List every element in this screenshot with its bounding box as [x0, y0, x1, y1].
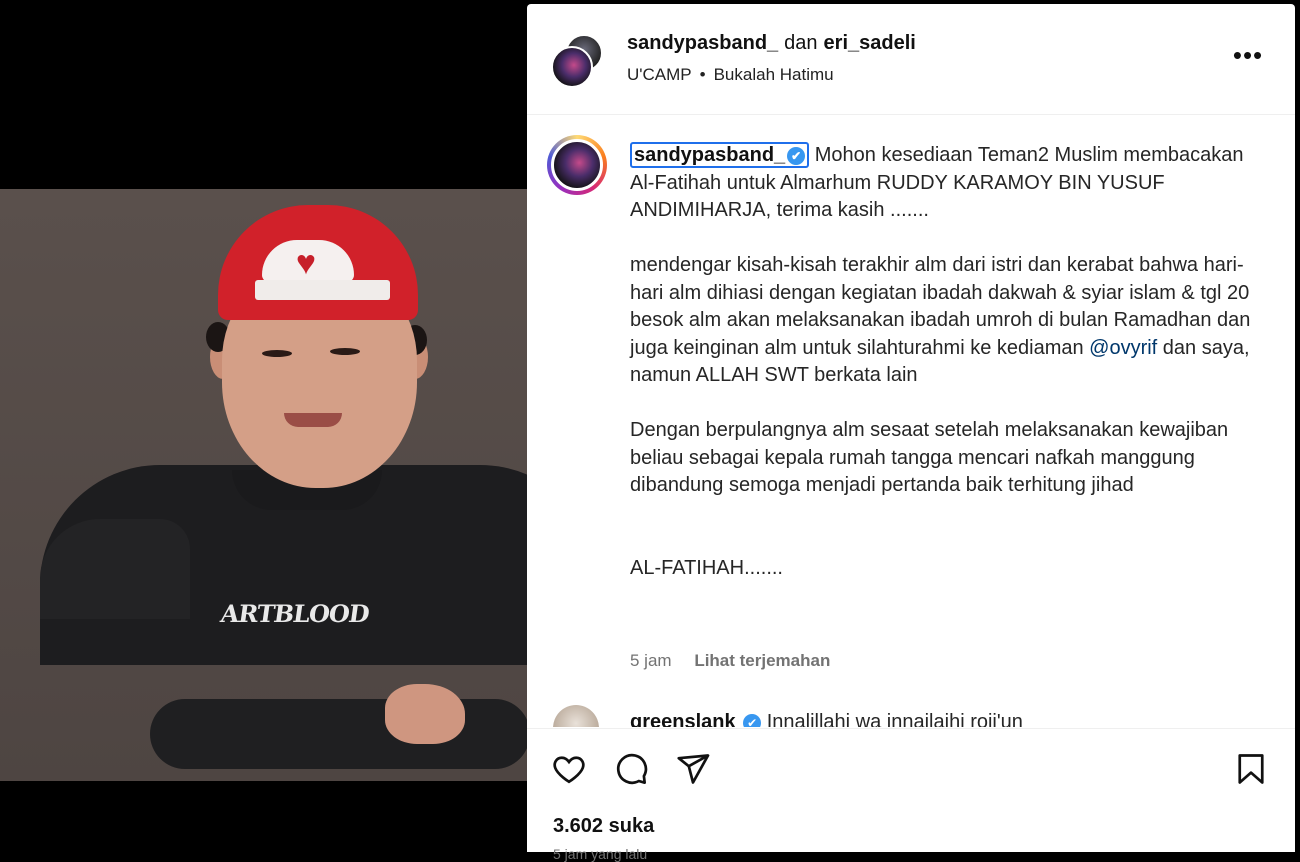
- hand: [385, 684, 465, 744]
- comment-username[interactable]: greenslank: [630, 711, 736, 727]
- verified-icon: ✔: [787, 147, 806, 165]
- bookmark-icon[interactable]: [1233, 751, 1273, 791]
- comment-avatar[interactable]: [553, 705, 599, 727]
- heart-logo-icon: ♥: [295, 244, 317, 282]
- mention-link[interactable]: @ovyrif: [1089, 337, 1157, 359]
- caption-username[interactable]: sandypasband_ ✔: [630, 142, 810, 168]
- separator-dot: •: [699, 65, 706, 84]
- post-timestamp: 5 jam yang lalu: [553, 846, 648, 862]
- location-link[interactable]: U'CAMP: [627, 65, 692, 84]
- comment-icon[interactable]: [613, 751, 653, 791]
- left-eye: [262, 350, 292, 357]
- audio-link[interactable]: Bukalah Hatimu: [714, 65, 834, 84]
- caption-para-4: AL-FATIHAH.......: [630, 556, 783, 579]
- share-icon[interactable]: [675, 751, 715, 791]
- caption-avatar[interactable]: [551, 139, 603, 191]
- more-icon[interactable]: •••: [1231, 42, 1265, 72]
- like-count[interactable]: 3.602 suka: [553, 815, 654, 838]
- heart-icon[interactable]: [551, 751, 591, 791]
- caption-para-2: mendengar kisah-kisah terakhir alm dari …: [630, 254, 1251, 386]
- see-translation-button[interactable]: Lihat terjemahan: [694, 651, 830, 670]
- owner-link-secondary[interactable]: eri_sadeli: [824, 32, 916, 54]
- cap-strap: [255, 280, 390, 300]
- owner-joiner: dan: [784, 32, 818, 54]
- post-owners: sandypasband_ dan eri_sadeli: [627, 32, 916, 55]
- post-media[interactable]: ♥ ARTBLOOD: [0, 0, 527, 851]
- caption-meta: 5 jam Lihat terjemahan: [630, 651, 830, 671]
- comment-text: greenslank ✔ Innalillahi wa innailaihi r…: [630, 711, 1023, 727]
- post-subline: U'CAMP • Bukalah Hatimu: [627, 65, 834, 85]
- right-eye: [330, 348, 360, 355]
- post-header: sandypasband_ dan eri_sadeli U'CAMP • Bukala…: [527, 4, 1295, 115]
- crossed-arms: [150, 699, 527, 769]
- collab-avatars[interactable]: [551, 34, 603, 88]
- post-photo: ♥ ARTBLOOD: [0, 189, 527, 781]
- owner-link-primary[interactable]: sandypasband_: [627, 32, 778, 54]
- post-detail-panel: sandypasband_ dan eri_sadeli U'CAMP • Bukala…: [527, 4, 1295, 862]
- comment-body: Innalillahi wa innailaihi roji'un: [766, 711, 1023, 727]
- comment-row: greenslank ✔ Innalillahi wa innailaihi r…: [527, 705, 1295, 727]
- verified-icon: ✔: [743, 714, 762, 727]
- mouth: [284, 413, 342, 427]
- caption-para-3: Dengan berpulangnya alm sesaat setelah m…: [630, 419, 1229, 496]
- post-caption: sandypasband_ ✔ Mohon kesediaan Teman2 Mu…: [630, 142, 1270, 610]
- avatar-sandypasband[interactable]: [551, 46, 593, 88]
- caption-time: 5 jam: [630, 651, 672, 670]
- shirt-logo: ARTBLOOD: [218, 599, 371, 628]
- action-bar: 3.602 suka 5 jam yang lalu: [527, 728, 1295, 862]
- caption-area[interactable]: sandypasband_ ✔ Mohon kesediaan Teman2 Mu…: [527, 115, 1295, 725]
- left-arm: [40, 519, 190, 619]
